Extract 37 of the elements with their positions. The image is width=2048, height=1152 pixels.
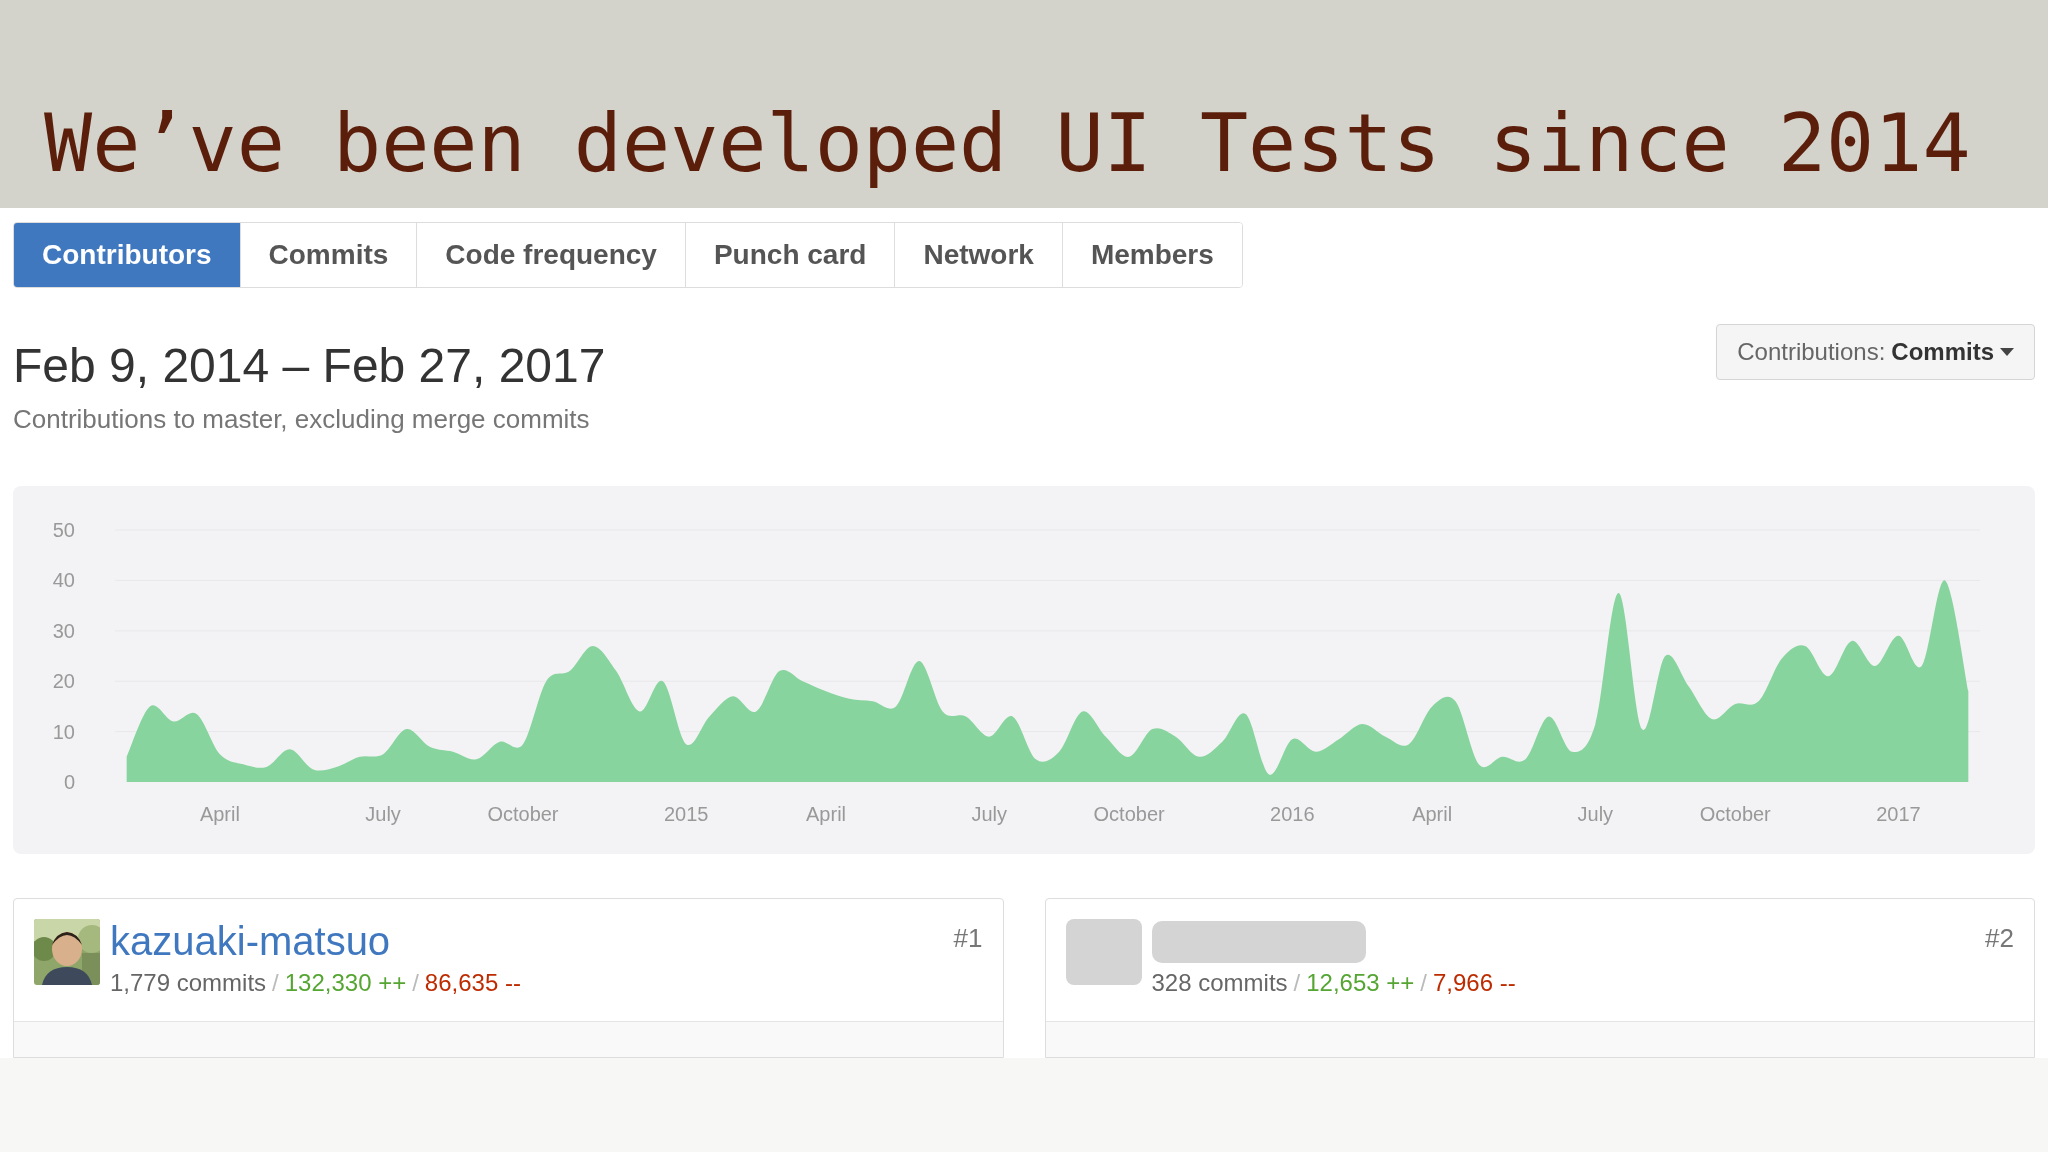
x-axis-label: October bbox=[487, 803, 559, 825]
contributions-dropdown[interactable]: Contributions: Commits bbox=[1716, 324, 2035, 380]
x-axis-label: April bbox=[199, 803, 240, 825]
y-axis-label: 0 bbox=[63, 771, 75, 793]
stat-separator: / bbox=[272, 968, 279, 998]
x-axis-label: 2017 bbox=[1876, 803, 1921, 825]
x-axis-label: April bbox=[806, 803, 847, 825]
x-axis-label: July bbox=[1577, 803, 1614, 825]
x-axis-label: October bbox=[1699, 803, 1771, 825]
deletions-count: 7,966 -- bbox=[1433, 968, 1516, 998]
subheading: Contributions to master, excluding merge commits bbox=[13, 403, 591, 436]
x-axis-label: October bbox=[1093, 803, 1165, 825]
commits-count: 1,779 commits bbox=[110, 968, 267, 998]
x-axis-label: 2015 bbox=[663, 803, 709, 825]
tab[interactable]: Contributors bbox=[14, 223, 240, 287]
y-axis-label: 30 bbox=[52, 619, 75, 642]
tab[interactable]: Members bbox=[1061, 223, 1242, 287]
stat-separator: / bbox=[1293, 968, 1301, 998]
commits-count: 328 commits bbox=[1151, 968, 1288, 998]
rank-label: #1 bbox=[953, 922, 983, 955]
contributor-name-link[interactable]: kazuaki-matsuo bbox=[110, 919, 391, 963]
x-axis-label: April bbox=[1412, 803, 1453, 825]
rank-label: #2 bbox=[1985, 922, 2014, 955]
x-axis-label: 2016 bbox=[1270, 803, 1315, 825]
y-axis-label: 50 bbox=[52, 519, 75, 541]
deletions-count: 86,635 -- bbox=[424, 968, 521, 998]
stat-separator: / bbox=[412, 968, 419, 998]
caret-icon bbox=[2000, 348, 2014, 356]
x-axis-label: July bbox=[365, 803, 401, 825]
additions-count: 132,330 ++ bbox=[284, 968, 407, 998]
y-axis-label: 20 bbox=[52, 670, 75, 693]
y-axis-label: 40 bbox=[52, 569, 75, 592]
x-axis-label: July bbox=[971, 803, 1007, 825]
date-range-heading: Feb 9, 2014 – Feb 27, 2017 bbox=[13, 338, 606, 394]
stat-separator: / bbox=[1420, 968, 1427, 998]
y-axis-label: 10 bbox=[52, 720, 75, 743]
additions-count: 12,653 ++ bbox=[1306, 968, 1415, 998]
